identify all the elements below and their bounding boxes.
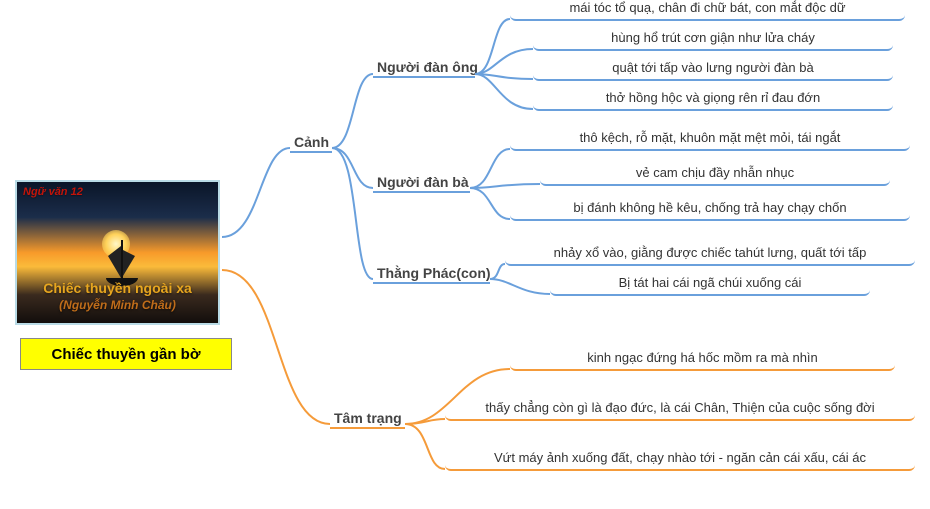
leaf-s2-0: thô kệch, rỗ mặt, khuôn mặt mệt mỏi, tái… (510, 130, 910, 151)
leaf-s3-1: Bị tát hai cái ngã chúi xuống cái (550, 275, 870, 296)
leaf-s2-2: bị đánh không hề kêu, chống trả hay chạy… (510, 200, 910, 221)
root-category: Ngữ văn 12 (23, 186, 83, 198)
root-author: (Nguyễn Minh Châu) (17, 298, 218, 312)
leaf-s1-3: thở hồng hộc và giọng rên rỉ đau đớn (533, 90, 893, 111)
leaf-s1-1: hùng hổ trút cơn giận như lửa cháy (533, 30, 893, 51)
branch-tamtrang: Tâm trạng (330, 408, 406, 428)
leaf-b2-2: Vứt máy ảnh xuống đất, chạy nhào tới - n… (445, 450, 915, 471)
root-card: Ngữ văn 12 Chiếc thuyền ngoài xa (Nguyễn… (15, 180, 220, 325)
main-topic-node: Chiếc thuyền gần bờ (20, 338, 232, 370)
sub-nguoidanong: Người đàn ông (373, 57, 482, 77)
leaf-s2-1: vẻ cam chịu đầy nhẫn nhục (540, 165, 890, 186)
sub-nguoidanba: Người đàn bà (373, 172, 473, 192)
leaf-b2-0: kinh ngạc đứng há hốc mồm ra mà nhìn (510, 350, 895, 371)
branch-canh: Cảnh (290, 132, 333, 152)
root-title: Chiếc thuyền ngoài xa (17, 280, 218, 296)
leaf-s1-0: mái tóc tổ quạ, chân đi chữ bát, con mắt… (510, 0, 905, 21)
leaf-s3-0: nhảy xổ vào, giằng được chiếc tahút lưng… (505, 245, 915, 266)
leaf-b2-1: thấy chẳng còn gì là đạo đức, là cái Châ… (445, 400, 915, 421)
sub-thangphac: Thằng Phác(con) (373, 263, 495, 283)
leaf-s1-2: quật tới tấp vào lưng người đàn bà (533, 60, 893, 81)
